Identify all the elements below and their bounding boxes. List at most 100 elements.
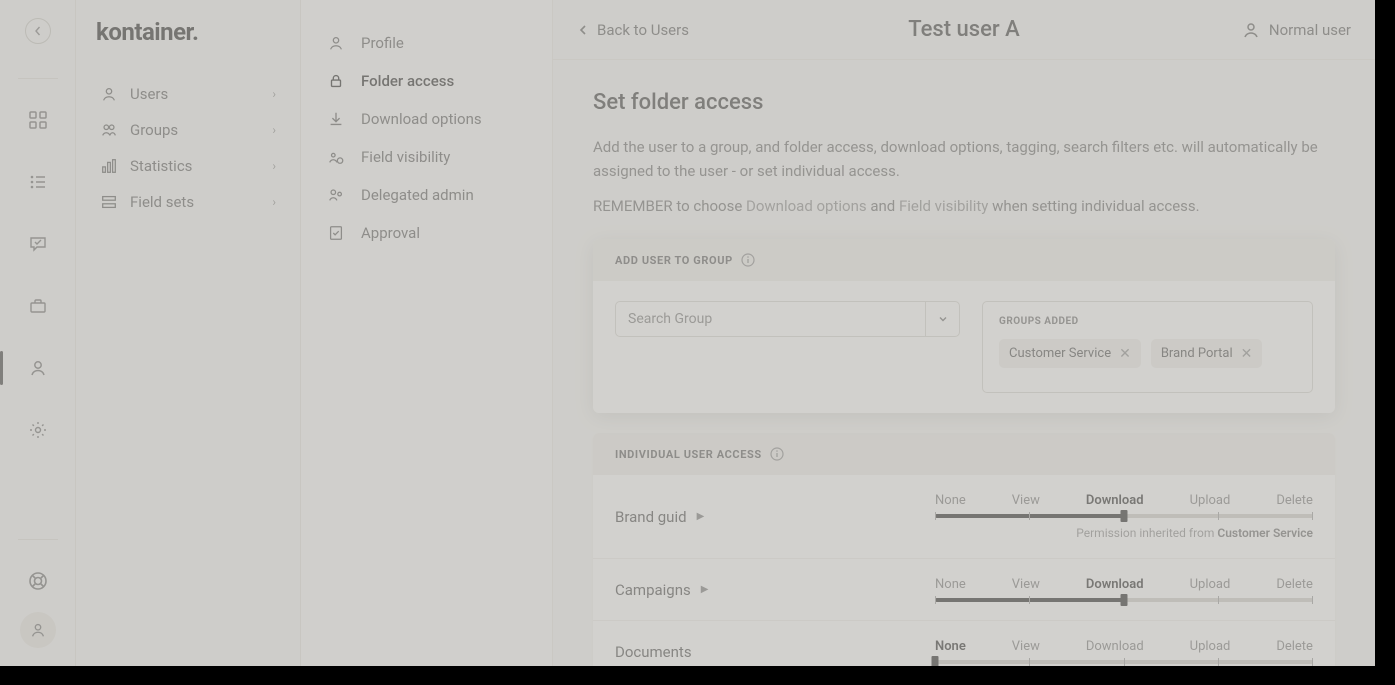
subnav-folder-access[interactable]: Folder access <box>321 62 532 100</box>
slider-label: Download <box>1086 577 1144 592</box>
chevron-right-icon: › <box>272 87 276 101</box>
groups-added-box: GROUPS ADDED Customer Service ✕ Brand Po… <box>982 301 1313 393</box>
content-heading: Set folder access <box>593 90 1335 115</box>
content: Set folder access Add the user to a grou… <box>553 60 1375 666</box>
search-group-input[interactable] <box>616 311 925 327</box>
rail-user-icon[interactable] <box>17 347 59 389</box>
search-group <box>615 301 960 393</box>
profile-icon <box>327 34 351 52</box>
panel-header: INDIVIDUAL USER ACCESS <box>593 433 1335 475</box>
slider-label: Upload <box>1190 577 1231 592</box>
chip-label: Brand Portal <box>1161 346 1233 361</box>
user-role-label: Normal user <box>1269 21 1351 39</box>
chevron-left-icon <box>33 26 43 36</box>
primary-sidebar: kontainer. Users › Groups › Statistics ›… <box>76 0 301 666</box>
sidebar-item-field-sets[interactable]: Field sets › <box>96 184 280 220</box>
sidebar-item-label: Groups <box>130 121 178 139</box>
slider-label: None <box>935 577 966 592</box>
subnav-approval[interactable]: Approval <box>321 214 532 252</box>
subnav-download-options[interactable]: Download options <box>321 100 532 138</box>
sidebar-item-statistics[interactable]: Statistics › <box>96 148 280 184</box>
subnav-field-visibility[interactable]: Field visibility <box>321 138 532 176</box>
rail-approve-icon[interactable] <box>17 223 59 265</box>
sidebar-item-label: Field sets <box>130 193 194 211</box>
slider-label: Upload <box>1190 493 1231 508</box>
icon-rail <box>0 0 76 666</box>
subnav-label: Field visibility <box>361 148 450 166</box>
topbar: Back to Users Test user A Normal user <box>553 0 1375 60</box>
list-icon <box>28 172 48 192</box>
slider-label: View <box>1012 577 1040 592</box>
approval-icon <box>327 224 351 242</box>
sidebar-item-groups[interactable]: Groups › <box>96 112 280 148</box>
panel-title: INDIVIDUAL USER ACCESS <box>615 448 762 461</box>
groups-added-title: GROUPS ADDED <box>999 316 1296 327</box>
rail-list-icon[interactable] <box>17 161 59 203</box>
slider-label: Delete <box>1276 493 1313 508</box>
inherit-note: Permission inherited from Customer Servi… <box>935 526 1313 540</box>
subnav-label: Profile <box>361 34 404 52</box>
chip-remove-icon[interactable]: ✕ <box>1119 347 1131 361</box>
subnav-delegated-admin[interactable]: Delegated admin <box>321 176 532 214</box>
user-icon <box>28 358 48 378</box>
permission-slider[interactable]: NoneViewDownloadUploadDelete <box>935 639 1313 664</box>
rail-avatar[interactable] <box>20 612 56 648</box>
gear-icon <box>28 420 48 440</box>
folder-name: Campaigns ▶ <box>615 581 935 599</box>
slider-label: Download <box>1086 493 1144 508</box>
slider-label: Delete <box>1276 577 1313 592</box>
individual-access-panel: INDIVIDUAL USER ACCESS Brand guid ▶ None… <box>593 433 1335 666</box>
content-remember: REMEMBER to choose Download options and … <box>593 197 1335 215</box>
chip-remove-icon[interactable]: ✕ <box>1241 347 1253 361</box>
access-row: Brand guid ▶ None View Download Upload Delet… <box>593 475 1335 559</box>
panel-title: ADD USER TO GROUP <box>615 254 733 267</box>
folder-name: Brand guid ▶ <box>615 508 935 526</box>
slider-label: View <box>1012 493 1040 508</box>
slider-label: Download <box>1086 639 1144 654</box>
chevron-right-icon: › <box>272 195 276 209</box>
user-role-badge[interactable]: Normal user <box>1241 20 1351 40</box>
expand-icon[interactable]: ▶ <box>697 511 705 522</box>
rail-briefcase-icon[interactable] <box>17 285 59 327</box>
info-icon[interactable] <box>741 253 755 267</box>
sidebar-item-label: Users <box>130 85 168 103</box>
secondary-sidebar: Profile Folder access Download options F… <box>301 0 553 666</box>
sidebar-item-label: Statistics <box>130 157 192 175</box>
rail-help-icon[interactable] <box>17 560 59 602</box>
slider-label: None <box>935 493 966 508</box>
field-visibility-link[interactable]: Field visibility <box>899 197 988 215</box>
search-group-dropdown[interactable] <box>925 302 959 336</box>
folder-name: Documents <box>615 643 935 661</box>
back-to-users-link[interactable]: Back to Users <box>577 21 689 39</box>
logo: kontainer. <box>96 18 280 46</box>
delegated-icon <box>327 186 351 204</box>
subnav-profile[interactable]: Profile <box>321 24 532 62</box>
chevron-down-icon <box>938 314 948 324</box>
panel-header: ADD USER TO GROUP <box>593 239 1335 281</box>
permission-slider[interactable]: None View Download Upload Delete Permission … <box>935 493 1313 540</box>
chevron-left-icon <box>577 24 589 36</box>
chat-check-icon <box>28 234 48 254</box>
info-icon[interactable] <box>770 447 784 461</box>
rail-settings-icon[interactable] <box>17 409 59 451</box>
chevron-right-icon: › <box>272 123 276 137</box>
add-user-to-group-panel: ADD USER TO GROUP <box>593 239 1335 413</box>
rail-back-button[interactable] <box>25 18 51 44</box>
rail-grid-icon[interactable] <box>17 99 59 141</box>
avatar-icon <box>29 621 47 639</box>
group-chip: Brand Portal ✕ <box>1151 339 1263 368</box>
fieldsets-icon <box>100 193 122 211</box>
download-options-link[interactable]: Download options <box>746 197 867 215</box>
groups-icon <box>100 121 122 139</box>
sidebar-item-users[interactable]: Users › <box>96 76 280 112</box>
back-link-label: Back to Users <box>597 21 689 39</box>
main-area: Back to Users Test user A Normal user Se… <box>553 0 1375 666</box>
subnav-label: Download options <box>361 110 482 128</box>
user-icon <box>1241 20 1261 40</box>
slider-label: None <box>935 639 966 654</box>
permission-slider[interactable]: None View Download Upload Delete <box>935 577 1313 602</box>
chip-label: Customer Service <box>1009 346 1111 361</box>
expand-icon[interactable]: ▶ <box>701 584 709 595</box>
access-row: Campaigns ▶ None View Download Upload Delete <box>593 559 1335 621</box>
grid-icon <box>28 110 48 130</box>
